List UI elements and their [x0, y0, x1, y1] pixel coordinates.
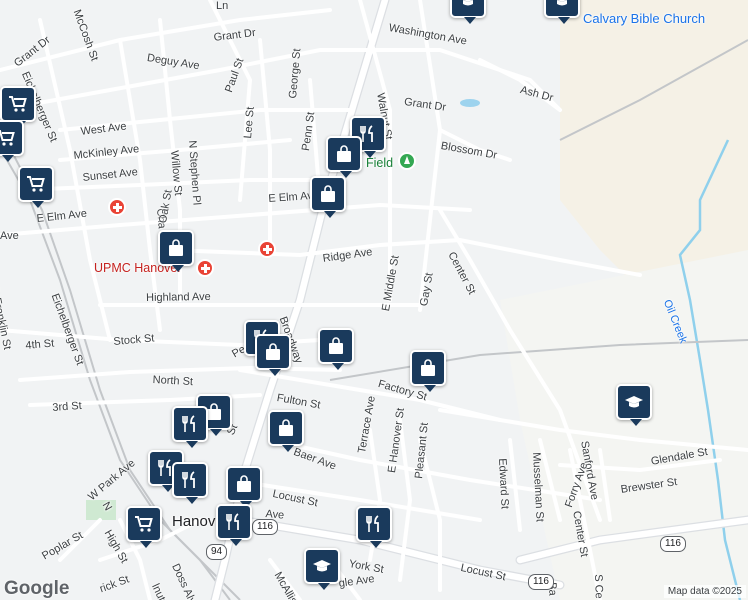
route-shield: 116	[252, 519, 278, 535]
hospital-icon[interactable]	[258, 240, 276, 258]
food-icon	[182, 415, 195, 432]
school-icon	[463, 0, 473, 6]
grocery-pin[interactable]	[18, 166, 54, 208]
grocery-pin[interactable]	[0, 120, 24, 162]
bag-icon	[321, 185, 335, 202]
school-icon	[557, 0, 567, 6]
park-icon[interactable]	[398, 152, 416, 170]
street-label: Ln	[216, 0, 229, 12]
shopping-pin[interactable]	[158, 230, 194, 272]
hanover-town-label: Hanov	[172, 513, 216, 530]
bag-icon	[421, 359, 435, 376]
map-canvas[interactable]: Grant Dr McCosh St Deguy Ave Grant Dr Ln…	[0, 0, 748, 600]
school-pin[interactable]	[450, 0, 486, 24]
street-label: Edward St	[496, 458, 511, 510]
route-shield: 94	[206, 544, 228, 560]
restaurant-pin[interactable]	[216, 504, 252, 546]
shopping-pin[interactable]	[226, 466, 262, 508]
street-label: 4th St	[25, 337, 55, 352]
shopping-pin[interactable]	[310, 176, 346, 218]
hospital-icon[interactable]	[196, 259, 214, 277]
street-label: Ave	[0, 230, 19, 242]
school-pin[interactable]	[616, 384, 652, 426]
bag-icon	[279, 419, 293, 436]
shopping-pin[interactable]	[318, 328, 354, 370]
bag-icon	[237, 475, 251, 492]
school-icon	[313, 560, 331, 572]
route-shield: 116	[660, 536, 686, 552]
bag-icon	[337, 145, 351, 162]
street-label: 3rd St	[52, 399, 83, 414]
shopping-pin[interactable]	[410, 350, 446, 392]
street-label: Highland Ave	[146, 290, 211, 304]
restaurant-pin[interactable]	[356, 506, 392, 548]
food-icon	[226, 513, 239, 530]
school-icon	[625, 396, 643, 408]
map-attribution[interactable]: Map data ©2025	[663, 585, 746, 598]
google-logo: Google	[4, 578, 70, 599]
shopping-pin[interactable]	[255, 334, 291, 376]
school-pin[interactable]	[544, 0, 580, 24]
cart-icon	[135, 516, 153, 532]
hospital-icon[interactable]	[108, 198, 126, 216]
food-icon	[182, 471, 195, 488]
cart-icon	[0, 130, 15, 146]
street-label: S Ce	[592, 574, 605, 599]
shopping-pin[interactable]	[268, 410, 304, 452]
school-pin[interactable]	[304, 548, 340, 590]
calvary-bible-church-label[interactable]: Calvary Bible Church	[583, 11, 705, 26]
grocery-pin[interactable]	[0, 86, 36, 128]
food-icon	[366, 515, 379, 532]
bag-icon	[329, 337, 343, 354]
shopping-pin[interactable]	[326, 136, 362, 178]
cart-icon	[9, 96, 27, 112]
field-label[interactable]: Field	[366, 156, 393, 170]
bag-icon	[266, 343, 280, 360]
grocery-pin[interactable]	[126, 506, 162, 548]
bag-icon	[169, 239, 183, 256]
route-shield: 116	[528, 574, 554, 590]
street-label: North St	[152, 374, 194, 389]
restaurant-pin[interactable]	[172, 462, 208, 504]
cart-icon	[27, 176, 45, 192]
restaurant-pin[interactable]	[172, 406, 208, 448]
